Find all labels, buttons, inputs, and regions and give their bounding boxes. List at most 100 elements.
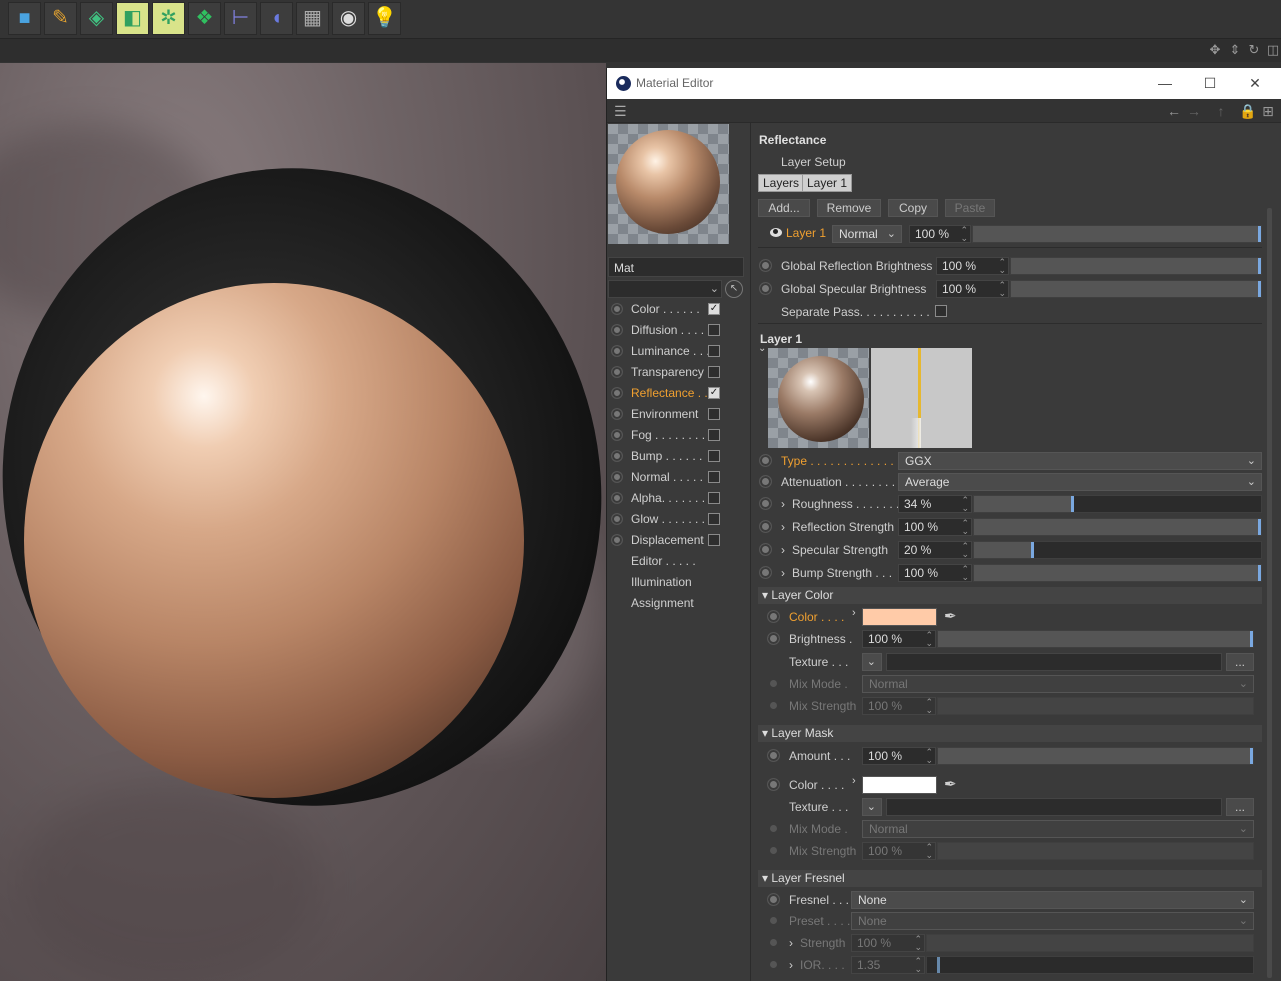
- material-preview[interactable]: [608, 124, 729, 244]
- expand-arrow-icon[interactable]: ›: [789, 958, 793, 972]
- specular-strength-field[interactable]: 20 % ⌃ ⌄: [898, 541, 972, 559]
- layer-mode-dropdown[interactable]: Normal ⌄: [832, 225, 902, 243]
- animate-dot[interactable]: [770, 825, 777, 832]
- animate-dot[interactable]: [767, 610, 780, 623]
- channel-item[interactable]: Diffusion . . . .: [607, 320, 751, 341]
- add-layer-button[interactable]: Add...: [758, 199, 810, 217]
- back-arrow-icon[interactable]: ←: [1165, 102, 1183, 120]
- mask-texture-field[interactable]: [886, 798, 1222, 816]
- mask-mix-mode-dropdown[interactable]: Normal ⌄: [862, 820, 1254, 838]
- texture-dropdown[interactable]: ⌄: [862, 653, 882, 671]
- texture-field[interactable]: [886, 653, 1222, 671]
- paste-layer-button[interactable]: Paste: [945, 199, 995, 217]
- roughness-slider[interactable]: [973, 495, 1262, 513]
- spinner-icon[interactable]: ⌃ ⌄: [961, 519, 969, 536]
- channel-checkbox[interactable]: [708, 429, 720, 441]
- slider-knob[interactable]: [1258, 258, 1261, 274]
- spinner-icon[interactable]: ⌃ ⌄: [914, 935, 922, 952]
- lock-icon[interactable]: 🔒: [1239, 102, 1257, 120]
- channel-item[interactable]: Transparency: [607, 362, 751, 383]
- specular-strength-slider[interactable]: [973, 541, 1262, 559]
- channel-dot[interactable]: [611, 408, 623, 420]
- material-dropdown[interactable]: ⌄: [608, 280, 722, 298]
- channel-dot[interactable]: [611, 534, 623, 546]
- fresnel-dropdown[interactable]: None ⌄: [851, 891, 1254, 909]
- channel-item[interactable]: Displacement: [607, 530, 751, 551]
- texture-more-button[interactable]: ...: [1226, 653, 1254, 671]
- channel-dot[interactable]: [611, 303, 623, 315]
- mix-strength-slider[interactable]: [937, 697, 1254, 715]
- reflection-strength-field[interactable]: 100 % ⌃ ⌄: [898, 518, 972, 536]
- channel-checkbox[interactable]: [708, 513, 720, 525]
- slider-knob[interactable]: [1258, 226, 1261, 242]
- channel-dot[interactable]: [611, 324, 623, 336]
- copy-layer-button[interactable]: Copy: [888, 199, 938, 217]
- channel-dot[interactable]: [611, 450, 623, 462]
- channel-dot[interactable]: [611, 387, 623, 399]
- change-view-icon[interactable]: ◫: [1266, 43, 1280, 57]
- layer-amount-field[interactable]: 100 % ⌃ ⌄: [909, 225, 971, 243]
- channel-checkbox[interactable]: [708, 345, 720, 357]
- fresnel-strength-slider[interactable]: [926, 934, 1254, 952]
- animate-dot[interactable]: [770, 917, 777, 924]
- animate-dot[interactable]: [770, 847, 777, 854]
- up-arrow-icon[interactable]: ↑: [1212, 102, 1230, 120]
- layer-amount-slider[interactable]: [972, 225, 1262, 243]
- new-window-icon[interactable]: ⊞: [1259, 102, 1277, 120]
- channel-checkbox[interactable]: [708, 492, 720, 504]
- animate-dot[interactable]: [759, 475, 772, 488]
- mask-color-swatch[interactable]: [862, 776, 937, 794]
- camera-tool-button[interactable]: ◉: [332, 2, 365, 35]
- mask-mix-strength-field[interactable]: 100 % ⌃ ⌄: [862, 842, 936, 860]
- eyedropper-icon[interactable]: ✒: [944, 775, 957, 793]
- channel-checkbox[interactable]: [708, 324, 720, 336]
- channel-dot[interactable]: [611, 492, 623, 504]
- channel-checkbox[interactable]: ✓: [708, 387, 720, 399]
- slider-knob[interactable]: [1031, 542, 1034, 558]
- collapse-chevron-icon[interactable]: ⌄: [758, 343, 766, 354]
- amount-field[interactable]: 100 % ⌃ ⌄: [862, 747, 936, 765]
- tab-layers[interactable]: Layers: [758, 174, 805, 192]
- animate-dot[interactable]: [759, 282, 772, 295]
- rotate-view-icon[interactable]: ↻: [1247, 43, 1261, 57]
- expand-arrow-icon[interactable]: ›: [852, 775, 856, 787]
- slider-knob[interactable]: [1258, 519, 1261, 535]
- layer-fresnel-header[interactable]: ▾ Layer Fresnel: [758, 870, 1262, 887]
- channel-item[interactable]: Bump . . . . . .: [607, 446, 751, 467]
- spinner-icon[interactable]: ⌃ ⌄: [960, 226, 968, 243]
- channel-item[interactable]: Alpha. . . . . . .: [607, 488, 751, 509]
- layer-color-header[interactable]: ▾ Layer Color: [758, 587, 1262, 604]
- light-tool-button[interactable]: 💡: [368, 2, 401, 35]
- channel-item[interactable]: Fog . . . . . . . .: [607, 425, 751, 446]
- bump-strength-slider[interactable]: [973, 564, 1262, 582]
- cube-tool-button[interactable]: ■: [8, 2, 41, 35]
- fresnel-strength-field[interactable]: 100 % ⌃ ⌄: [851, 934, 925, 952]
- channel-item[interactable]: Editor . . . . .: [607, 551, 751, 572]
- animate-dot[interactable]: [770, 702, 777, 709]
- channel-item[interactable]: Normal . . . . .: [607, 467, 751, 488]
- preset-dropdown[interactable]: None ⌄: [851, 912, 1254, 930]
- channel-checkbox[interactable]: [708, 534, 720, 546]
- zoom-view-icon[interactable]: ⇕: [1228, 43, 1242, 57]
- channel-dot[interactable]: [611, 471, 623, 483]
- spinner-icon[interactable]: ⌃ ⌄: [961, 565, 969, 582]
- reflection-strength-slider[interactable]: [973, 518, 1262, 536]
- slider-knob[interactable]: [1250, 631, 1253, 647]
- remove-layer-button[interactable]: Remove: [817, 199, 881, 217]
- animate-dot[interactable]: [759, 259, 772, 272]
- attenuation-dropdown[interactable]: Average ⌄: [898, 473, 1262, 491]
- expand-arrow-icon[interactable]: ›: [781, 543, 785, 557]
- mix-mode-dropdown[interactable]: Normal ⌄: [862, 675, 1254, 693]
- expand-arrow-icon[interactable]: ›: [781, 497, 785, 511]
- channel-dot[interactable]: [611, 366, 623, 378]
- spinner-icon[interactable]: ⌃ ⌄: [961, 542, 969, 559]
- channel-item[interactable]: Luminance . . .: [607, 341, 751, 362]
- viewport[interactable]: [0, 63, 606, 981]
- field-tool-button[interactable]: ◖: [260, 2, 293, 35]
- slider-knob[interactable]: [1258, 565, 1261, 581]
- global-reflection-field[interactable]: 100 % ⌃ ⌄: [936, 257, 1009, 275]
- channel-dot[interactable]: [611, 513, 623, 525]
- move-view-icon[interactable]: ✥: [1208, 43, 1222, 57]
- animate-dot[interactable]: [767, 749, 780, 762]
- global-reflection-slider[interactable]: [1010, 257, 1262, 275]
